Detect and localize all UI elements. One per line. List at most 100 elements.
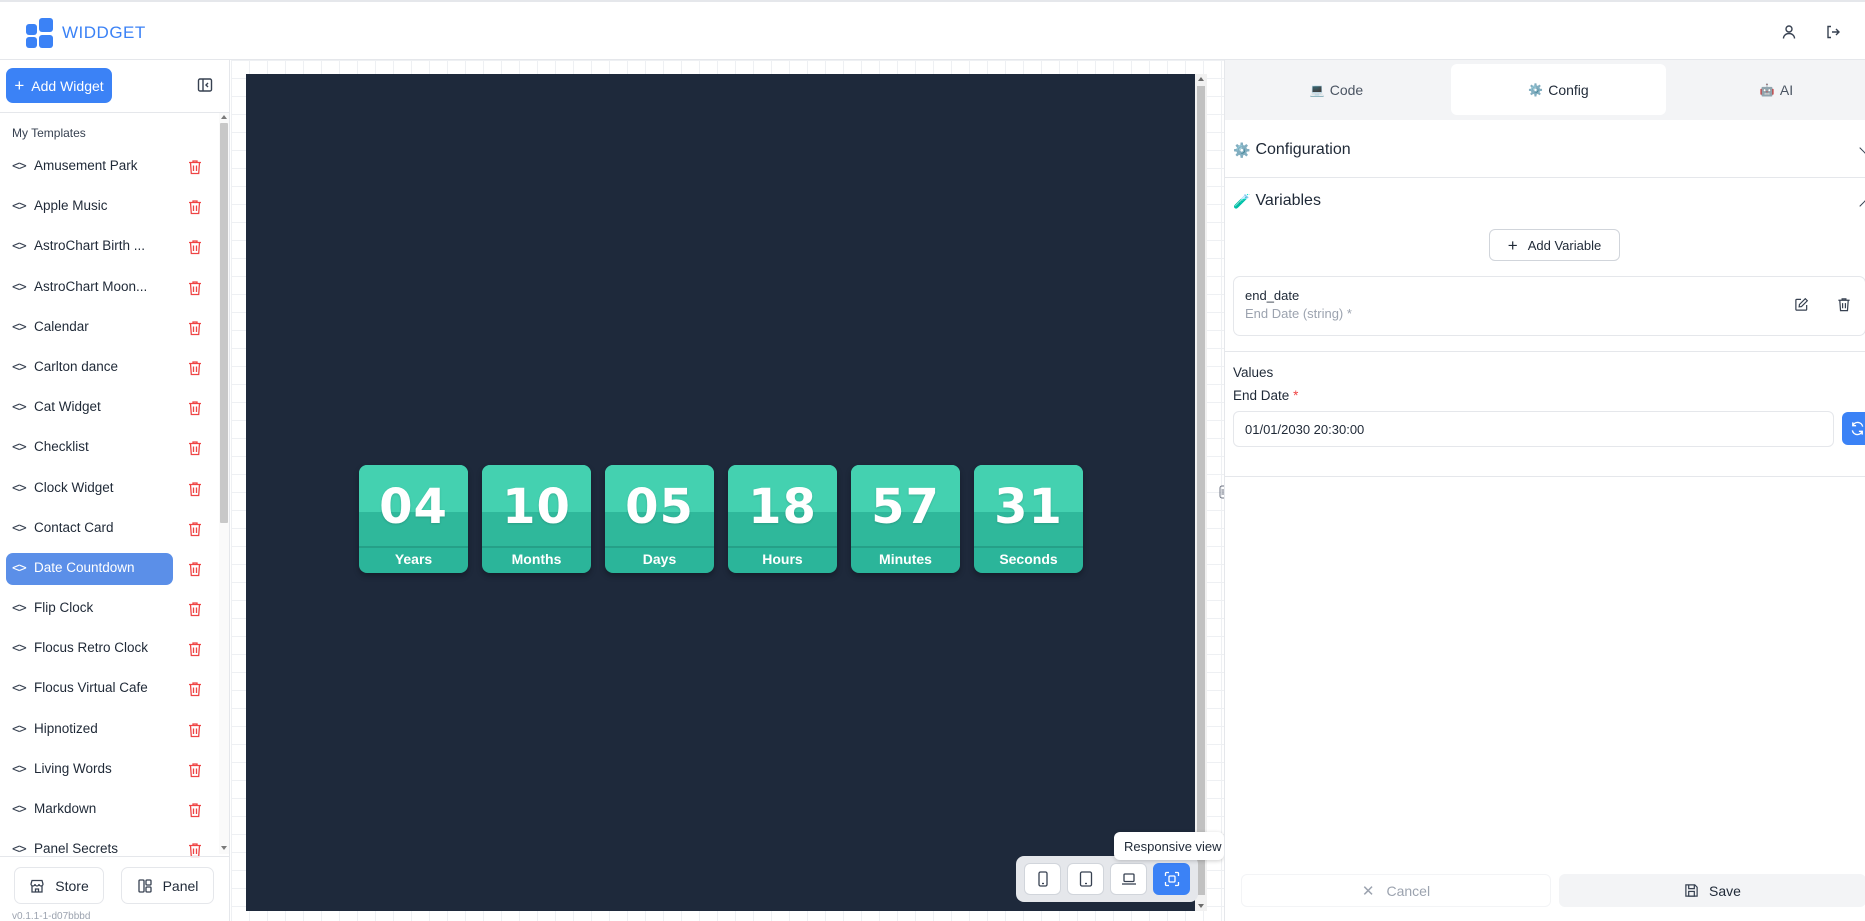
- scroll-down-arrow[interactable]: [1198, 904, 1204, 908]
- scroll-down-arrow[interactable]: [221, 846, 227, 850]
- template-item[interactable]: <> Calendar: [0, 308, 218, 348]
- trash-icon[interactable]: [188, 320, 202, 336]
- cancel-button[interactable]: ✕ Cancel: [1241, 874, 1551, 907]
- sidebar-collapse-icon[interactable]: [197, 77, 213, 93]
- add-widget-button[interactable]: + Add Widget: [6, 68, 112, 103]
- trash-icon[interactable]: [188, 561, 202, 577]
- scroll-up-arrow[interactable]: [221, 115, 227, 119]
- configuration-header[interactable]: ⚙️ Configuration: [1233, 141, 1351, 159]
- template-item-label: Hipnotized: [34, 720, 98, 736]
- card-divider: [482, 546, 591, 548]
- countdown-card-hours: 18 Hours: [728, 465, 837, 573]
- right-panel: 💻 Code ⚙️ Config 🤖 AI ⚙️ Configuration 🧪…: [1224, 60, 1865, 921]
- trash-icon[interactable]: [1837, 297, 1853, 313]
- template-item[interactable]: <> Flip Clock: [0, 589, 218, 629]
- version-text: v0.1.1-1-d07bbbd: [12, 911, 91, 921]
- trash-icon[interactable]: [188, 601, 202, 617]
- template-item-label: Flocus Virtual Cafe: [34, 680, 148, 696]
- template-item[interactable]: <> Clock Widget: [0, 469, 218, 509]
- mobile-view-button[interactable]: [1024, 863, 1061, 895]
- countdown-value: 04: [379, 479, 448, 535]
- trash-icon[interactable]: [188, 280, 202, 296]
- code-icon: <>: [12, 199, 27, 215]
- plus-icon: +: [14, 76, 25, 95]
- trash-icon[interactable]: [188, 681, 202, 697]
- cancel-label: Cancel: [1386, 882, 1431, 899]
- end-date-input[interactable]: 01/01/2030 20:30:00: [1233, 411, 1834, 447]
- save-label: Save: [1709, 882, 1741, 899]
- tablet-view-button[interactable]: [1067, 863, 1104, 895]
- code-icon: <>: [12, 520, 27, 536]
- template-item-highlight: [6, 312, 173, 344]
- add-variable-button[interactable]: + Add Variable: [1489, 229, 1620, 261]
- countdown-unit: Years: [394, 551, 433, 567]
- trash-icon[interactable]: [188, 159, 202, 175]
- template-item[interactable]: <> Panel Secrets: [0, 830, 218, 870]
- phone-icon: [1037, 871, 1048, 887]
- template-item[interactable]: <> AstroChart Moon...: [0, 268, 218, 308]
- trash-icon[interactable]: [188, 722, 202, 738]
- trash-icon[interactable]: [188, 199, 202, 215]
- trash-icon[interactable]: [188, 239, 202, 255]
- scrollbar-thumb[interactable]: [220, 123, 228, 523]
- laptop-view-button[interactable]: [1110, 863, 1147, 895]
- template-item[interactable]: <> Amusement Park: [0, 147, 218, 187]
- logout-icon[interactable]: [1821, 20, 1845, 44]
- template-item-label: Carlton dance: [34, 358, 119, 374]
- tab-config[interactable]: ⚙️ Config: [1451, 64, 1666, 115]
- chevron-up-icon[interactable]: [1859, 200, 1865, 212]
- code-icon: <>: [12, 641, 27, 657]
- logo-text: WIDDGET: [62, 23, 146, 42]
- template-item-label: Calendar: [34, 318, 89, 334]
- template-item[interactable]: <> Carlton dance: [0, 348, 218, 388]
- template-item[interactable]: <> Date Countdown: [0, 549, 218, 589]
- canvas-scrollbar[interactable]: [1195, 74, 1207, 911]
- sidebar-scrollbar[interactable]: [219, 113, 229, 854]
- robot-icon: 🤖: [1759, 82, 1775, 97]
- tab-ai[interactable]: 🤖 AI: [1669, 64, 1865, 115]
- trash-icon[interactable]: [188, 521, 202, 537]
- responsive-icon: [1164, 871, 1179, 887]
- template-item[interactable]: <> Flocus Retro Clock: [0, 629, 218, 669]
- template-item[interactable]: <> Flocus Virtual Cafe: [0, 669, 218, 709]
- code-icon: <>: [12, 400, 27, 416]
- template-item[interactable]: <> Living Words: [0, 750, 218, 790]
- store-button[interactable]: Store: [14, 867, 104, 904]
- trash-icon[interactable]: [188, 400, 202, 416]
- panel-button[interactable]: Panel: [121, 867, 214, 904]
- template-item-label: Apple Music: [34, 198, 108, 214]
- scroll-up-arrow[interactable]: [1198, 77, 1204, 81]
- trash-icon[interactable]: [188, 762, 202, 778]
- trash-icon[interactable]: [188, 481, 202, 497]
- scrollbar-thumb[interactable]: [1197, 86, 1205, 895]
- template-item-label: Markdown: [34, 801, 97, 816]
- user-icon[interactable]: [1777, 20, 1801, 44]
- variables-header[interactable]: 🧪 Variables: [1233, 192, 1321, 210]
- logo[interactable]: WIDDGET: [26, 18, 146, 48]
- edit-icon[interactable]: [1794, 297, 1810, 313]
- divider: [0, 112, 229, 113]
- trash-icon[interactable]: [188, 440, 202, 456]
- panel-icon: [137, 878, 152, 893]
- refresh-button[interactable]: [1842, 412, 1865, 445]
- tab-code[interactable]: 💻 Code: [1229, 64, 1444, 115]
- template-item[interactable]: <> Contact Card: [0, 509, 218, 549]
- card-divider: [851, 546, 960, 548]
- app-root: WIDDGET + Add Widget My Templates <> Amus…: [0, 0, 1865, 921]
- template-item[interactable]: <> AstroChart Birth ...: [0, 227, 218, 267]
- card-divider: [605, 546, 714, 548]
- save-button[interactable]: Save: [1559, 874, 1865, 907]
- trash-icon[interactable]: [188, 802, 202, 818]
- code-icon: <>: [12, 159, 27, 174]
- chevron-down-icon[interactable]: [1859, 142, 1865, 154]
- template-item[interactable]: <> Hipnotized: [0, 710, 218, 750]
- responsive-view-button[interactable]: [1153, 863, 1190, 895]
- template-item[interactable]: <> Markdown: [0, 790, 218, 830]
- template-item[interactable]: <> Cat Widget: [0, 388, 218, 428]
- trash-icon[interactable]: [188, 360, 202, 376]
- template-item[interactable]: <> Checklist: [0, 428, 218, 468]
- trash-icon[interactable]: [188, 641, 202, 657]
- template-item[interactable]: <> Apple Music: [0, 187, 218, 227]
- gear-icon: ⚙️: [1528, 82, 1544, 97]
- code-icon: <>: [12, 239, 27, 255]
